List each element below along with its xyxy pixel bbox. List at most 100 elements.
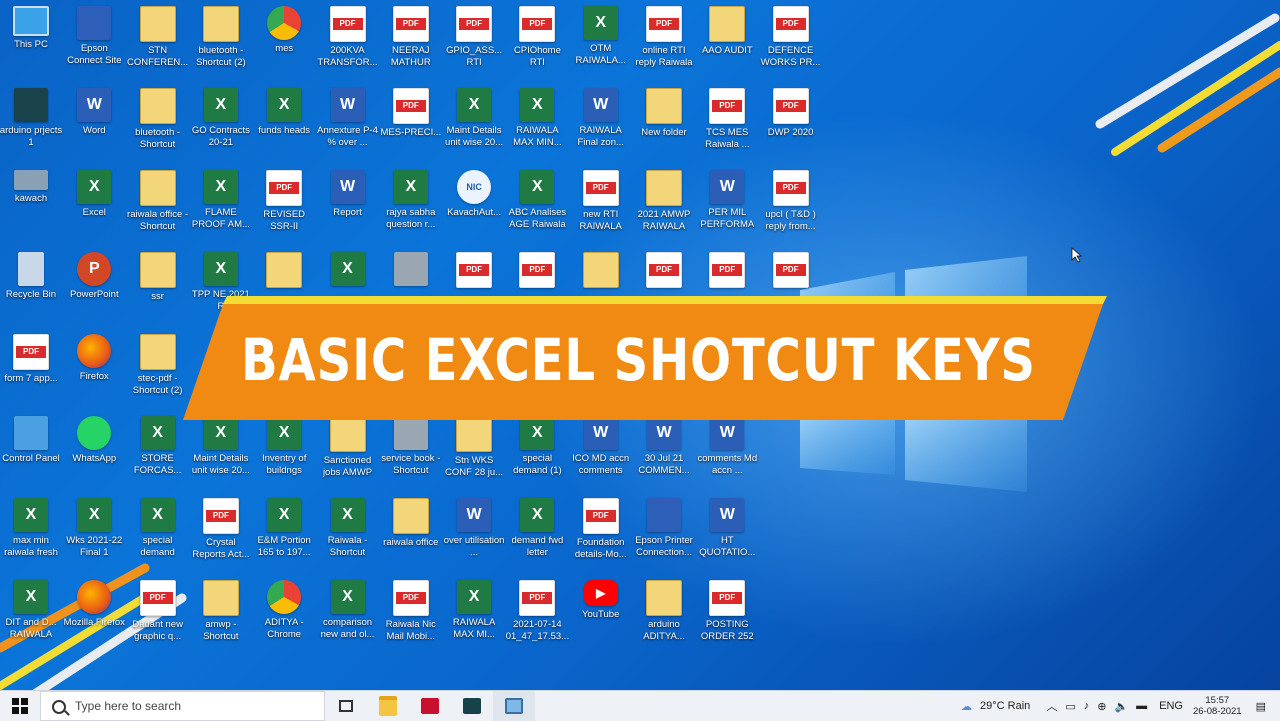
desktop-icon[interactable]: Report	[316, 166, 380, 219]
desktop-icon[interactable]: GPIO_ASS... RTI	[442, 2, 506, 69]
desktop-icon[interactable]: New folder	[632, 84, 696, 139]
desktop-icon[interactable]: arduino prjects 1	[0, 84, 63, 149]
desktop-icon[interactable]: NEERAJ MATHUR	[379, 2, 443, 69]
desktop-icon[interactable]: ICO MD accn comments	[569, 412, 633, 477]
desktop-icon[interactable]: Firefox	[62, 330, 126, 383]
desktop-icon[interactable]: Wks 2021-22 Final 1	[62, 494, 126, 559]
desktop-icon[interactable]: service book - Shortcut	[379, 412, 443, 477]
desktop-icon[interactable]: RAIWALA MAX MIN...	[505, 84, 569, 149]
network-icon[interactable]: ⊕	[1097, 700, 1106, 713]
desktop-icon[interactable]: amwp - Shortcut	[189, 576, 253, 643]
desktop-icon[interactable]: DWP 2020	[759, 84, 823, 139]
microphone-icon[interactable]: ♪	[1084, 700, 1090, 712]
desktop-icon[interactable]: AAO AUDIT	[695, 2, 759, 57]
desktop-icon[interactable]: CPIOhome RTI	[505, 2, 569, 69]
desktop-icon[interactable]: Dadant new graphic q...	[126, 576, 190, 643]
desktop-icon[interactable]: Annexture P-4 % over ...	[316, 84, 380, 149]
desktop-icon[interactable]: Epson Printer Connection...	[632, 494, 696, 559]
desktop-icon[interactable]: This PC	[0, 2, 63, 51]
desktop-icon[interactable]: bluetooth - Shortcut (2)	[189, 2, 253, 69]
desktop-icon[interactable]: ABC Analises AGE Raiwala	[505, 166, 569, 231]
desktop-icon[interactable]	[316, 248, 380, 289]
desktop-icon[interactable]: online RTI reply Raiwala	[632, 2, 696, 69]
desktop-icon[interactable]	[695, 248, 759, 291]
desktop-icon[interactable]: Excel	[62, 166, 126, 219]
desktop-icon[interactable]: YouTube	[569, 576, 633, 621]
desktop-icon[interactable]: Sanctioned jobs AMWP	[316, 412, 380, 479]
desktop-icon[interactable]	[759, 248, 823, 291]
desktop-icon[interactable]: 200KVA TRANSFOR...	[316, 2, 380, 69]
desktop-icon[interactable]: over utilisation ...	[442, 494, 506, 559]
desktop-icon[interactable]: rajya sabha question r...	[379, 166, 443, 231]
desktop-icon[interactable]	[379, 248, 443, 289]
desktop-icon[interactable]: 30 Jul 21 COMMEN...	[632, 412, 696, 477]
desktop-icon[interactable]: ssr	[126, 248, 190, 303]
chevron-up-icon[interactable]: ︿	[1046, 698, 1057, 714]
desktop-icon[interactable]: TCS MES Raiwala ...	[695, 84, 759, 151]
desktop-icon[interactable]: POSTING ORDER 252	[695, 576, 759, 643]
taskbar-file-explorer[interactable]	[367, 691, 409, 721]
desktop-icon[interactable]	[442, 248, 506, 291]
desktop-icon[interactable]: GO Contracts 20-21	[189, 84, 253, 149]
desktop-icon[interactable]: form 7 app...	[0, 330, 63, 385]
desktop-icon[interactable]: Raiwala - Shortcut	[316, 494, 380, 559]
taskbar-search-box[interactable]: Type here to search	[40, 691, 325, 721]
desktop-icon[interactable]: PER MIL PERFORMA	[695, 166, 759, 231]
desktop-icon[interactable]	[252, 248, 316, 291]
desktop-icon[interactable]: Epson Connect Site	[62, 2, 126, 67]
desktop-icon[interactable]: Stn WKS CONF 28 ju...	[442, 412, 506, 479]
desktop-icon[interactable]: arduino ADITYA...	[632, 576, 696, 643]
desktop-icon[interactable]: upcl ( T&D ) reply from...	[759, 166, 823, 233]
desktop-icon[interactable]: stec-pdf - Shortcut (2)	[126, 330, 190, 397]
desktop-icon[interactable]: mes	[252, 2, 316, 55]
desktop-icon[interactable]	[569, 248, 633, 291]
clock[interactable]: 15:57 26-08-2021	[1193, 695, 1242, 717]
taskbar-remote-desktop[interactable]	[493, 691, 535, 721]
desktop-icon[interactable]: STORE FORCAS...	[126, 412, 190, 477]
desktop-icon[interactable]: Foundation details-Mo...	[569, 494, 633, 561]
desktop-icon[interactable]: demand fwd letter	[505, 494, 569, 559]
desktop-icon[interactable]: REVISED SSR-II	[252, 166, 316, 233]
desktop-icon[interactable]: WhatsApp	[62, 412, 126, 465]
desktop-icon[interactable]: RAIWALA Final zon...	[569, 84, 633, 149]
desktop-icon[interactable]: raiwala office - Shortcut	[126, 166, 190, 233]
desktop-icon[interactable]: new RTI RAIWALA	[569, 166, 633, 233]
desktop-icon[interactable]: FLAME PROOF AM...	[189, 166, 253, 231]
desktop-icon[interactable]: HT QUOTATIO...	[695, 494, 759, 559]
task-view-button[interactable]	[325, 691, 367, 721]
desktop-icon[interactable]: MES-PRECI...	[379, 84, 443, 139]
desktop-icon[interactable]	[505, 248, 569, 291]
desktop-icon[interactable]: Control Panel	[0, 412, 63, 465]
desktop-icon[interactable]: E&M Portion 165 to 197...	[252, 494, 316, 559]
desktop-icon[interactable]: ADITYA - Chrome	[252, 576, 316, 641]
desktop-icon[interactable]: STN CONFEREN...	[126, 2, 190, 69]
desktop-icon[interactable]: Maint Details unit wise 20...	[442, 84, 506, 149]
desktop-icon[interactable]: Mozilla Firefox	[62, 576, 126, 629]
desktop-icon[interactable]: funds heads	[252, 84, 316, 137]
desktop-icon[interactable]: special demand	[126, 494, 190, 559]
desktop-icon[interactable]	[632, 248, 696, 291]
desktop-icon[interactable]: Recycle Bin	[0, 248, 63, 301]
desktop-icon[interactable]: PowerPoint	[62, 248, 126, 301]
start-button[interactable]	[0, 691, 40, 721]
desktop-icon[interactable]: Inventry of buildngs	[252, 412, 316, 477]
desktop-icon[interactable]: OTM RAIWALA...	[569, 2, 633, 67]
volume-icon[interactable]: 🔈	[1114, 700, 1128, 713]
desktop-icon[interactable]: comparison new and ol...	[316, 576, 380, 641]
desktop-icon[interactable]: special demand (1)	[505, 412, 569, 477]
desktop-icon[interactable]: 2021-07-14 01_47_17.53...	[505, 576, 569, 643]
desktop-icon[interactable]: KavachAut...	[442, 166, 506, 219]
desktop-icon[interactable]: 2021 AMWP RAIWALA	[632, 166, 696, 233]
desktop-icon[interactable]: DIT and D... RAIWALA	[0, 576, 63, 641]
desktop-icon[interactable]: raiwala office	[379, 494, 443, 549]
desktop-icon[interactable]: RAIWALA MAX MI...	[442, 576, 506, 641]
desktop-icon[interactable]: kawach	[0, 166, 63, 205]
desktop-icon[interactable]: DEFENCE WORKS PR...	[759, 2, 823, 69]
notification-icon[interactable]: ▤	[1256, 700, 1266, 713]
desktop-icon[interactable]: Raiwala Nic Mail Mobi...	[379, 576, 443, 643]
desktop-icon[interactable]: comments Md accn ...	[695, 412, 759, 477]
desktop-icon[interactable]: max min raiwala fresh	[0, 494, 63, 559]
desktop-icon[interactable]: Crystal Reports Act...	[189, 494, 253, 561]
desktop-icon[interactable]: Maint Details unit wise 20...	[189, 412, 253, 477]
desktop-icon[interactable]: Word	[62, 84, 126, 137]
